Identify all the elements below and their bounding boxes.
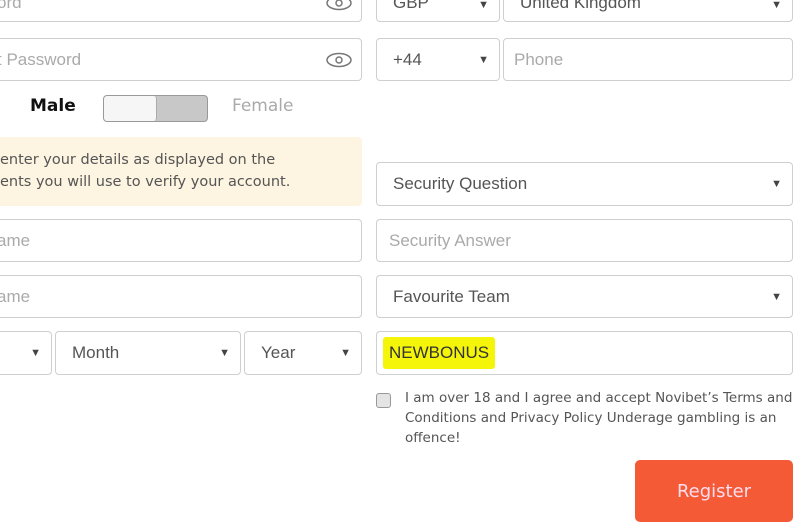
phone-placeholder: Phone xyxy=(514,49,564,69)
phone-code-select[interactable]: +44 ▼ xyxy=(376,38,500,81)
chevron-down-icon: ▼ xyxy=(771,0,782,11)
first-name-placeholder: ame xyxy=(0,230,31,250)
security-answer-field[interactable]: Security Answer xyxy=(376,219,793,262)
promo-code-value: NEWBONUS xyxy=(383,337,496,369)
chevron-down-icon: ▼ xyxy=(771,290,782,303)
gender-female-label: Female xyxy=(232,96,294,116)
favourite-team-value: Favourite Team xyxy=(393,286,510,306)
chevron-down-icon: ▼ xyxy=(340,347,351,359)
notice-line: enter your details as displayed on the xyxy=(0,152,276,168)
last-name-placeholder: ame xyxy=(0,286,31,306)
year-value: Year xyxy=(261,343,296,362)
favourite-team-select[interactable]: Favourite Team ▼ xyxy=(376,275,793,318)
security-question-value: Security Question xyxy=(393,174,528,193)
country-value: United Kingdom xyxy=(520,0,641,12)
notice-line: ents you will use to verify your account… xyxy=(0,174,291,190)
phone-code-value: +44 xyxy=(393,49,422,69)
terms-checkbox[interactable] xyxy=(376,393,391,408)
password-field[interactable]: ord xyxy=(0,0,362,22)
first-name-field[interactable]: ame xyxy=(0,219,362,262)
chevron-down-icon: ▼ xyxy=(478,53,489,66)
chevron-down-icon: ▼ xyxy=(219,347,230,359)
last-name-field[interactable]: ame xyxy=(0,275,362,318)
gender-toggle[interactable] xyxy=(103,95,208,122)
country-select[interactable]: United Kingdom ▼ xyxy=(503,0,793,22)
promo-code-field[interactable]: NEWBONUS xyxy=(376,331,793,375)
gender-male-label: Male xyxy=(30,96,76,116)
phone-field[interactable]: Phone xyxy=(503,38,793,81)
day-select[interactable]: ▼ xyxy=(0,331,52,375)
currency-select[interactable]: GBP ▼ xyxy=(376,0,500,22)
eye-icon[interactable] xyxy=(325,0,353,11)
security-answer-placeholder: Security Answer xyxy=(389,230,511,250)
month-value: Month xyxy=(72,343,120,362)
terms-text: I am over 18 and I agree and accept Novi… xyxy=(405,390,793,446)
register-button[interactable]: Register xyxy=(635,460,793,522)
toggle-knob xyxy=(104,96,157,121)
chevron-down-icon: ▼ xyxy=(478,0,489,11)
confirm-password-field[interactable]: t Password xyxy=(0,38,362,81)
security-question-select[interactable]: Security Question ▼ xyxy=(376,162,793,206)
eye-icon[interactable] xyxy=(325,52,353,68)
chevron-down-icon: ▼ xyxy=(771,178,782,190)
verification-notice: enter your details as displayed on the e… xyxy=(0,137,362,206)
month-select[interactable]: Month ▼ xyxy=(55,331,241,375)
chevron-down-icon: ▼ xyxy=(30,347,41,359)
currency-value: GBP xyxy=(393,0,429,12)
password-placeholder: ord xyxy=(0,0,22,12)
confirm-password-placeholder: t Password xyxy=(0,49,82,69)
year-select[interactable]: Year ▼ xyxy=(244,331,362,375)
